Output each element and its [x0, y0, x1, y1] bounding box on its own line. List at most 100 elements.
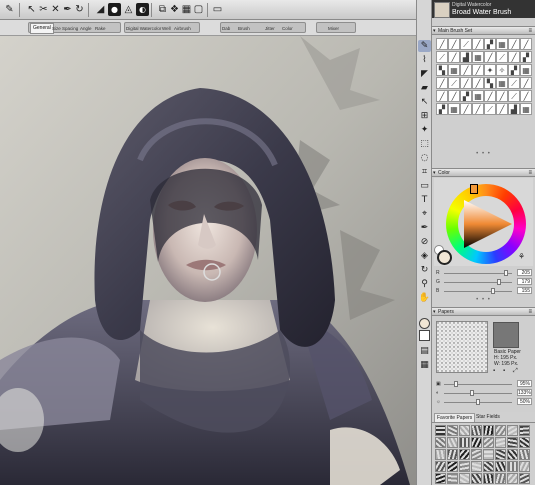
green-knob[interactable]: [497, 279, 501, 285]
tab-mixer[interactable]: Mixer: [328, 24, 339, 33]
paper-swatch[interactable]: [459, 437, 470, 448]
paper-icon[interactable]: ▤: [418, 345, 431, 357]
paper-scale-value[interactable]: 95%: [517, 380, 532, 387]
paper-swatch[interactable]: [483, 473, 494, 484]
brush-variant-icon[interactable]: ⟋: [496, 51, 508, 63]
panel-menu-icon[interactable]: ≡: [528, 308, 532, 316]
paper-swatch[interactable]: [495, 437, 506, 448]
clone-icon[interactable]: ◈: [418, 250, 431, 262]
perspective-icon[interactable]: ⌖: [418, 208, 431, 220]
dropper-icon[interactable]: ⌇: [418, 54, 431, 66]
brush-variant-icon[interactable]: ╱: [472, 103, 484, 115]
brush-variant-icon[interactable]: ▞: [520, 51, 532, 63]
paper-swatch[interactable]: [447, 437, 458, 448]
blue-knob[interactable]: [491, 288, 495, 294]
tab-airbrush[interactable]: Airbrush: [174, 24, 191, 33]
canvas[interactable]: [0, 36, 416, 485]
main-color-swatch[interactable]: [419, 318, 430, 329]
paper-swatch[interactable]: [483, 437, 494, 448]
blue-value[interactable]: 155: [517, 287, 532, 294]
tab-brush[interactable]: Brush: [238, 24, 250, 33]
paper-swatch[interactable]: [459, 473, 470, 484]
paper-swatch[interactable]: [507, 437, 518, 448]
green-track[interactable]: [444, 282, 512, 283]
paper-swatch[interactable]: [507, 425, 518, 436]
brush-variant-icon[interactable]: ╱: [448, 51, 460, 63]
tab-favorite-papers[interactable]: Favorite Papers: [434, 413, 476, 422]
brush-selector[interactable]: Digital Watercolor Broad Water Brush: [432, 0, 535, 18]
zoom-icon[interactable]: ⚲: [418, 278, 431, 290]
eraser-icon[interactable]: ▰: [418, 82, 431, 94]
brush-variant-icon[interactable]: ⟋: [508, 90, 520, 102]
brush-variant-icon[interactable]: ⟋: [460, 38, 472, 50]
papers-panel-header[interactable]: ▾ Papers ≡: [432, 307, 535, 316]
brush-variant-icon[interactable]: ⟋: [508, 77, 520, 89]
collapse-chevron-icon[interactable]: ▾: [433, 308, 436, 316]
tab-general[interactable]: General: [30, 23, 54, 34]
layer-adjuster-icon[interactable]: ↖: [418, 96, 431, 108]
brush-variant-icon[interactable]: ⟋: [484, 103, 496, 115]
paper-swatch[interactable]: [495, 425, 506, 436]
brush-variant-icon[interactable]: ╱: [436, 38, 448, 50]
brush-variant-icon[interactable]: ╱: [472, 38, 484, 50]
tab-jitter[interactable]: Jitter: [265, 24, 275, 33]
tab-rake[interactable]: Rake: [95, 24, 106, 33]
rect-select-icon[interactable]: ⬚: [418, 138, 431, 150]
tab-star-fields[interactable]: Star Fields: [474, 413, 502, 421]
paper-swatch[interactable]: [435, 425, 446, 436]
pen-icon[interactable]: ✒: [418, 222, 431, 234]
brush-variant-icon[interactable]: ▞: [460, 90, 472, 102]
brush-variant-icon[interactable]: ▦: [496, 77, 508, 89]
paper-option-icon[interactable]: ⤢: [513, 368, 520, 374]
minus-icon[interactable]: ▭: [211, 3, 224, 16]
crop-icon[interactable]: ⌗: [418, 166, 431, 178]
paper-swatch[interactable]: [519, 461, 530, 472]
brush-variant-icon[interactable]: ✧: [496, 64, 508, 76]
panel-menu-icon[interactable]: ≡: [528, 169, 532, 177]
brush-variant-icon[interactable]: ▦: [448, 103, 460, 115]
paper-swatch[interactable]: [471, 437, 482, 448]
brush-variant-icon[interactable]: ╱: [496, 103, 508, 115]
brush-variant-icon[interactable]: ╱: [520, 77, 532, 89]
brush-variant-icon[interactable]: ▦: [520, 64, 532, 76]
brush-variant-icon[interactable]: ╱: [472, 77, 484, 89]
brush-variant-icon[interactable]: ╱: [460, 77, 472, 89]
paper-swatch[interactable]: [495, 449, 506, 460]
paper-swatch[interactable]: [435, 461, 446, 472]
brush-variant-icon[interactable]: ╱: [460, 103, 472, 115]
collapse-chevron-icon[interactable]: ▾: [433, 169, 436, 177]
brush-variant-icon[interactable]: ╱: [496, 90, 508, 102]
layer-icon[interactable]: ◐: [136, 3, 149, 16]
tab-well[interactable]: Well: [162, 24, 171, 33]
brush-variant-icon[interactable]: ╱: [460, 64, 472, 76]
blue-slider[interactable]: B 155: [434, 287, 533, 295]
brush-variant-icon[interactable]: ▟: [508, 103, 520, 115]
panel-resize-dots[interactable]: • • •: [432, 151, 535, 157]
color-panel-header[interactable]: ▾ Color ≡: [432, 168, 535, 177]
paper-swatch[interactable]: [435, 473, 446, 484]
shape-icon[interactable]: ▭: [418, 180, 431, 192]
hue-indicator[interactable]: [470, 184, 478, 194]
brush-thumbnail[interactable]: [434, 2, 450, 18]
paper-swatch[interactable]: [519, 449, 530, 460]
tab-color[interactable]: Color: [282, 24, 293, 33]
pattern-icon[interactable]: ▦: [418, 359, 431, 371]
brush-variant-icon[interactable]: ✦: [484, 64, 496, 76]
paper-swatch[interactable]: [459, 449, 470, 460]
paper-swatch[interactable]: [519, 425, 530, 436]
tab-spacing[interactable]: Spacing: [62, 24, 78, 33]
brush-tool-icon[interactable]: ✎: [3, 3, 16, 16]
paper-contrast-value[interactable]: 133%: [517, 389, 532, 396]
paper-swatch[interactable]: [507, 461, 518, 472]
transform-icon[interactable]: ⊞: [418, 110, 431, 122]
tab-digital-watercolor[interactable]: Digital Watercolor: [126, 24, 161, 33]
paper-selector[interactable]: [493, 322, 519, 348]
brush-variant-icon[interactable]: ╱: [484, 51, 496, 63]
rotate-icon[interactable]: ↻: [418, 264, 431, 276]
paper-swatch[interactable]: [447, 473, 458, 484]
brush-library-header[interactable]: ▾ Main Brush Set ≡: [432, 26, 535, 35]
paper-contrast-slider[interactable]: ◐ 133%: [434, 389, 533, 397]
brush-variant-icon[interactable]: ╱: [436, 90, 448, 102]
paper-swatch[interactable]: [483, 461, 494, 472]
brush-variant-icon[interactable]: ▦: [496, 38, 508, 50]
